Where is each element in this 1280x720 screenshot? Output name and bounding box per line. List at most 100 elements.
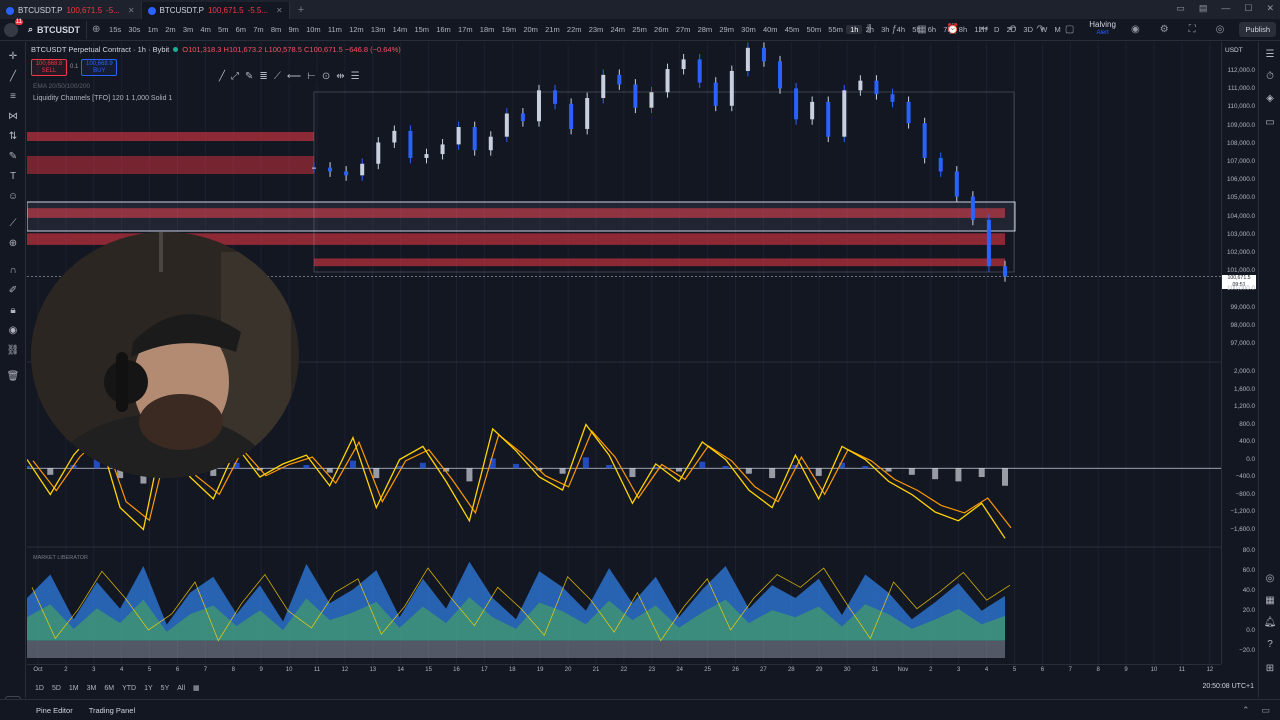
notifications-icon[interactable]: 🔔︎: [1263, 616, 1277, 630]
emoji-icon[interactable]: ☺: [6, 190, 20, 204]
liquidity-channels-label[interactable]: Liquidity Channels [TFO] 120 1 1,000 Sol…: [33, 95, 172, 102]
chat-icon[interactable]: ▭: [1263, 116, 1277, 130]
trendline-icon[interactable]: ╱: [6, 70, 20, 84]
brush-icon[interactable]: ✎: [6, 150, 20, 164]
symbol-search[interactable]: ⌕ BTCUSDT: [22, 20, 88, 39]
time-axis[interactable]: Oct 2 3 4 5 6 7 8 9 10 11 12 13 14 15 16 17 18 19 20 21 22 23 2…: [27, 664, 1221, 677]
pine-editor-tab[interactable]: Pine Editor: [36, 706, 73, 715]
alert-icon[interactable]: ⏰: [942, 24, 964, 35]
interval-30s[interactable]: 30s: [125, 25, 144, 34]
utc-clock[interactable]: 20:50:08 UTC+1: [1202, 683, 1254, 690]
interval-8m[interactable]: 8m: [267, 25, 285, 34]
interval-19m[interactable]: 19m: [498, 25, 520, 34]
ray-icon[interactable]: ╱: [219, 71, 225, 82]
interval-4m[interactable]: 4m: [197, 25, 215, 34]
replay-icon[interactable]: ⏮: [974, 24, 993, 35]
channel-icon[interactable]: ☰: [351, 71, 360, 82]
range-All[interactable]: All: [177, 685, 185, 692]
new-tab-icon[interactable]: +: [290, 4, 312, 16]
interval-21m[interactable]: 21m: [542, 25, 564, 34]
interval-28m[interactable]: 28m: [694, 25, 716, 34]
go-to-date-icon[interactable]: ▦: [193, 684, 200, 692]
ema-indicator-label[interactable]: EMA 20/50/100/200: [33, 83, 90, 90]
interval-5m[interactable]: 5m: [214, 25, 232, 34]
fib-icon[interactable]: ≣: [259, 71, 267, 82]
range-1M[interactable]: 1M: [69, 685, 79, 692]
pattern-icon[interactable]: ⋈: [6, 110, 20, 124]
maximize-icon[interactable]: ☐: [1244, 3, 1252, 14]
interval-15m[interactable]: 15m: [411, 25, 433, 34]
interval-17m[interactable]: 17m: [454, 25, 476, 34]
interval-12m[interactable]: 12m: [346, 25, 368, 34]
redo-icon[interactable]: ↷: [1031, 24, 1049, 35]
target-icon[interactable]: ⊙: [322, 71, 330, 82]
layout-square-icon[interactable]: ▢: [1060, 24, 1079, 35]
browser-tab-1[interactable]: BTCUSDT.P 100,671.5 -5... ✕: [0, 2, 142, 19]
maximize-panel-icon[interactable]: ▭: [1261, 705, 1270, 716]
interval-6m[interactable]: 6m: [232, 25, 250, 34]
interval-2m[interactable]: 2m: [162, 25, 180, 34]
range-6M[interactable]: 6M: [104, 685, 114, 692]
fullscreen-icon[interactable]: ⛶: [1184, 24, 1201, 35]
range-3M[interactable]: 3M: [87, 685, 97, 692]
hide-drawings-icon[interactable]: ◉: [6, 324, 20, 338]
pen-icon[interactable]: ✎: [245, 71, 253, 82]
interval-13m[interactable]: 13m: [367, 25, 389, 34]
legend-title[interactable]: BTCUSDT Perpetual Contract · 1h · Bybit: [31, 45, 169, 54]
crosshair-icon[interactable]: ✛: [6, 50, 20, 64]
interval-11m[interactable]: 11m: [324, 25, 345, 34]
notes-icon[interactable]: ▤: [1199, 3, 1208, 14]
horizontal-ray-icon[interactable]: ⟵: [287, 71, 301, 82]
trash-icon[interactable]: 🗑︎: [6, 370, 20, 384]
price-scale[interactable]: USDT 100,671.5 09:51 112,000.0 111,000.0 1…: [1221, 42, 1258, 664]
account-avatar[interactable]: [0, 18, 23, 39]
minimize-icon[interactable]: —: [1221, 3, 1230, 14]
range-1D[interactable]: 1D: [35, 685, 44, 692]
interval-23m[interactable]: 23m: [585, 25, 607, 34]
interval-22m[interactable]: 22m: [563, 25, 585, 34]
buy-button[interactable]: 100,668.9 BUY: [81, 59, 118, 76]
target-widget-icon[interactable]: ◎: [1263, 572, 1277, 586]
text-icon[interactable]: T: [6, 170, 20, 184]
price-range-icon[interactable]: ⊢: [307, 71, 316, 82]
settings-icon[interactable]: ⚙: [1155, 24, 1174, 35]
interval-27m[interactable]: 27m: [672, 25, 694, 34]
lock-icon[interactable]: 🔒︎: [6, 304, 20, 318]
fib-retracement-icon[interactable]: ≡: [6, 90, 20, 104]
ruler-icon[interactable]: ⟋: [6, 217, 20, 231]
link-icon[interactable]: ⛓: [6, 344, 20, 358]
interval-55m[interactable]: 55m: [825, 25, 847, 34]
quick-search-icon[interactable]: ◉: [1126, 24, 1145, 35]
interval-50m[interactable]: 50m: [803, 25, 825, 34]
range-YTD[interactable]: YTD: [122, 685, 136, 692]
currency-label[interactable]: USDT: [1225, 47, 1243, 54]
zoom-in-icon[interactable]: ⊕: [6, 237, 20, 251]
interval-18m[interactable]: 18m: [476, 25, 498, 34]
interval-10m[interactable]: 10m: [302, 25, 324, 34]
watchlist-icon[interactable]: ☰: [1263, 48, 1277, 62]
long-position-icon[interactable]: ⇅: [6, 130, 20, 144]
range-5Y[interactable]: 5Y: [161, 685, 170, 692]
interval-45m[interactable]: 45m: [781, 25, 803, 34]
tab-close-icon[interactable]: ✕: [276, 6, 283, 15]
range-5D[interactable]: 5D: [52, 685, 61, 692]
publish-button[interactable]: Publish: [1239, 21, 1276, 37]
range-1Y[interactable]: 1Y: [144, 685, 153, 692]
stay-drawing-icon[interactable]: ✐: [6, 284, 20, 298]
interval-30m[interactable]: 30m: [738, 25, 760, 34]
browser-tab-2[interactable]: BTCUSDT.P 100,671.5 -5.5... ✕: [141, 2, 290, 19]
layout-icon[interactable]: ▦: [912, 24, 931, 35]
interval-3m[interactable]: 3m: [179, 25, 197, 34]
interval-29m[interactable]: 29m: [716, 25, 738, 34]
interval-24m[interactable]: 24m: [607, 25, 629, 34]
trading-panel-tab[interactable]: Trading Panel: [89, 706, 135, 715]
interval-14m[interactable]: 14m: [389, 25, 411, 34]
compare-plus-icon[interactable]: ⊕: [87, 24, 105, 35]
sell-button[interactable]: 100,668.8 SELL: [31, 59, 67, 76]
interval-40m[interactable]: 40m: [759, 25, 781, 34]
interval-9m[interactable]: 9m: [285, 25, 303, 34]
horizontal-line-icon[interactable]: ⇹: [336, 71, 344, 82]
interval-26m[interactable]: 26m: [650, 25, 672, 34]
indicators-icon[interactable]: ƒ: [887, 24, 903, 35]
interval-25m[interactable]: 25m: [629, 25, 651, 34]
